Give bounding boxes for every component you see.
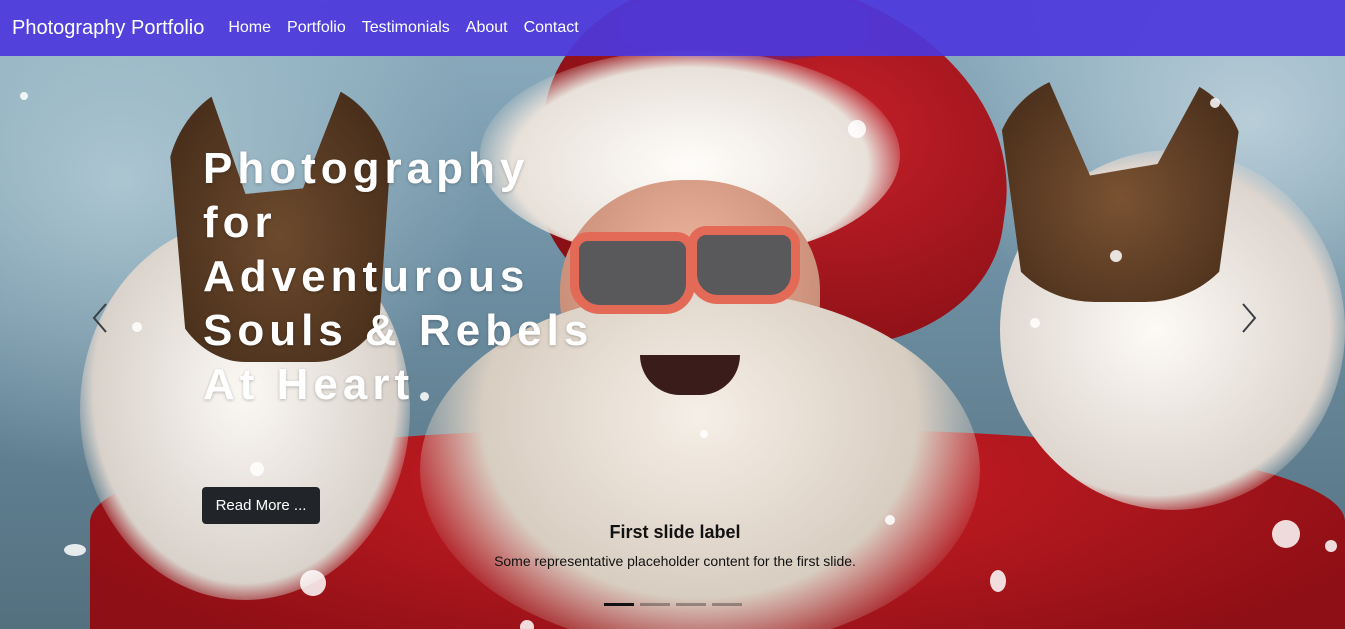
snowflake — [1110, 250, 1122, 262]
chevron-right-icon — [1242, 303, 1257, 333]
glove-right — [995, 72, 1245, 302]
carousel-indicator[interactable] — [640, 603, 670, 606]
carousel-indicators — [604, 603, 742, 606]
caption-title: First slide label — [609, 522, 741, 542]
snowflake — [848, 120, 866, 138]
nav-link-portfolio[interactable]: Portfolio — [279, 19, 354, 37]
navbar: Photography Portfolio Home Portfolio Tes… — [0, 0, 1345, 56]
snowflake — [300, 570, 326, 596]
nav-link-contact[interactable]: Contact — [516, 19, 587, 37]
caption-text: Some representative placeholder content … — [494, 553, 856, 569]
hero-headline: Photography for Adventurous Souls & Rebe… — [203, 142, 623, 412]
snowflake — [250, 462, 264, 476]
snowflake — [1210, 98, 1220, 108]
nav-link-testimonials[interactable]: Testimonials — [354, 19, 458, 37]
carousel-indicator[interactable] — [604, 603, 634, 606]
snowflake — [64, 544, 86, 556]
navbar-brand[interactable]: Photography Portfolio — [12, 17, 204, 40]
chevron-left-icon — [92, 303, 107, 333]
snowflake — [1272, 520, 1300, 548]
read-more-button[interactable]: Read More ... — [202, 487, 320, 524]
carousel-prev-button[interactable] — [86, 300, 116, 336]
snowflake — [700, 430, 708, 438]
snowflake — [20, 92, 28, 100]
nav-link-home[interactable]: Home — [220, 19, 279, 37]
hero-headline-line: At Heart — [203, 360, 415, 409]
snowflake — [990, 570, 1006, 592]
carousel-indicator[interactable] — [676, 603, 706, 606]
hero-headline-line: for — [203, 198, 277, 247]
hero-headline-line: Adventurous — [203, 252, 530, 301]
snowflake — [1325, 540, 1337, 552]
snowflake — [132, 322, 142, 332]
nav-link-about[interactable]: About — [458, 19, 516, 37]
carousel-next-button[interactable] — [1233, 300, 1263, 336]
carousel-indicator[interactable] — [712, 603, 742, 606]
hero-headline-line: Photography — [203, 144, 530, 193]
sunglasses-right-lens — [688, 226, 800, 304]
snowflake — [520, 620, 534, 629]
hero-headline-line: Souls & Rebels — [203, 306, 594, 355]
snowflake — [1030, 318, 1040, 328]
carousel-caption: First slide label Some representative pl… — [400, 522, 950, 569]
